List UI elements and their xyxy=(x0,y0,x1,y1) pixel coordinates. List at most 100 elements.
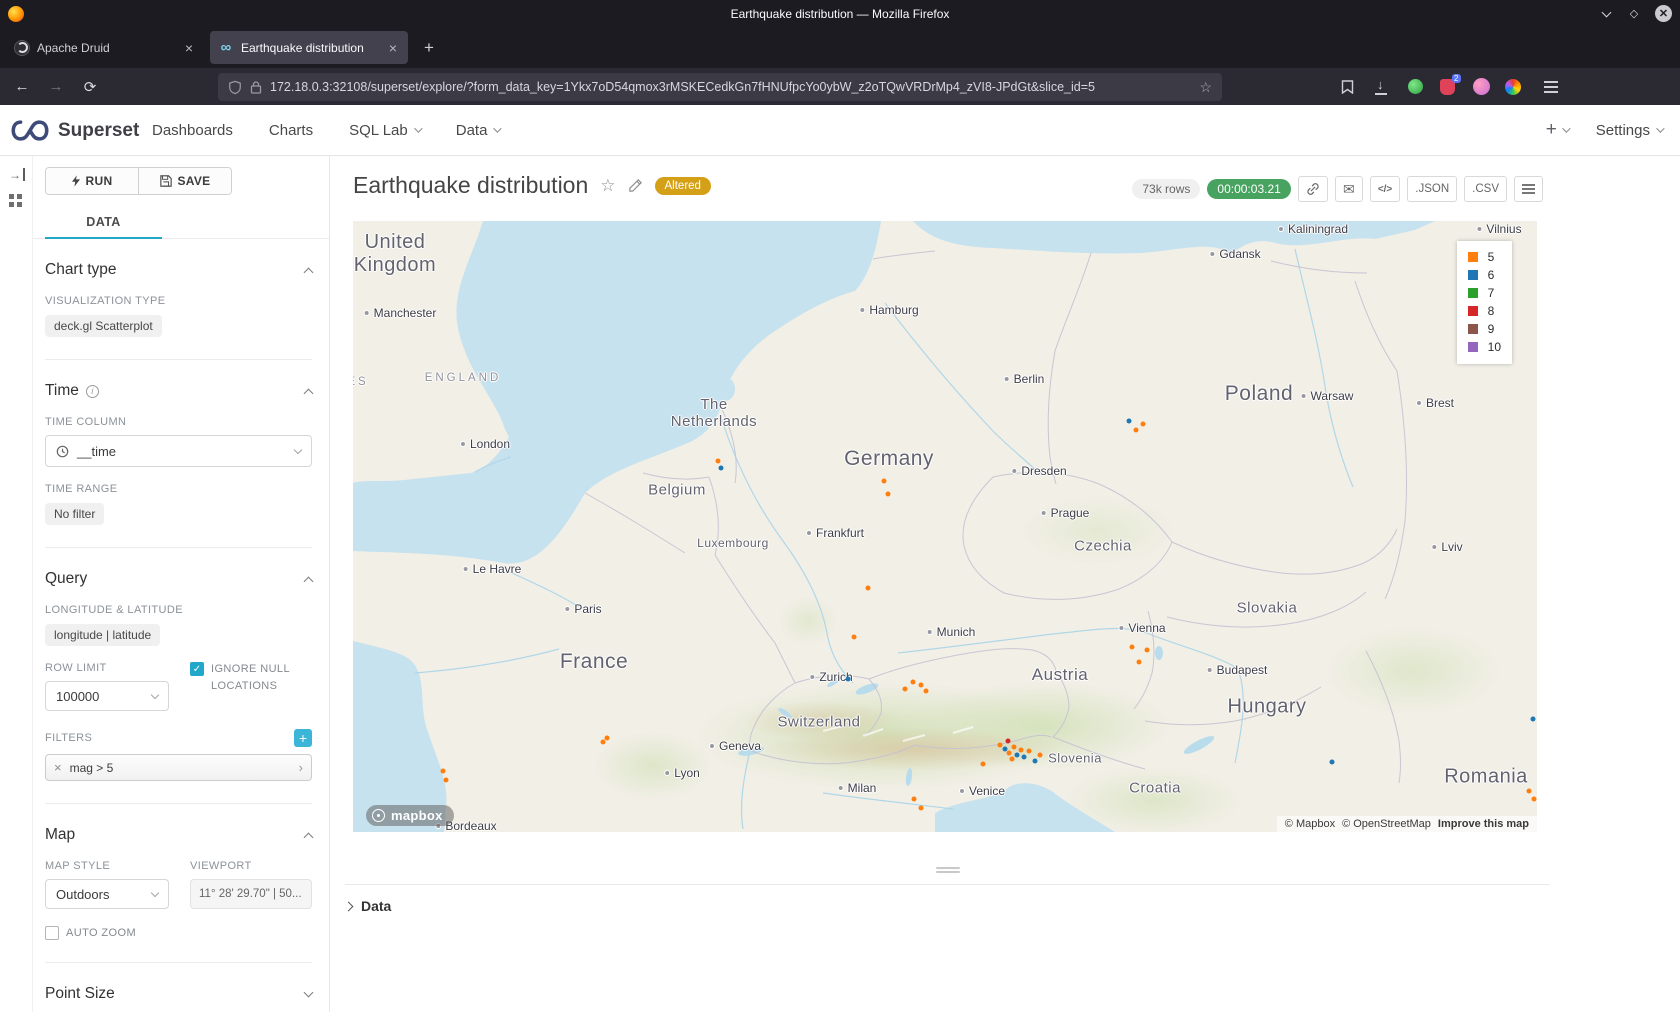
resize-handle[interactable] xyxy=(936,865,960,875)
export-csv-button[interactable]: .CSV xyxy=(1464,176,1507,202)
scatter-point xyxy=(1130,645,1135,650)
brand-name: Superset xyxy=(58,120,139,142)
chevron-right-icon: › xyxy=(299,760,303,775)
scatter-point xyxy=(1531,717,1536,722)
save-button[interactable]: SAVE xyxy=(138,168,231,194)
browser-tab[interactable]: ∞Earthquake distribution× xyxy=(210,31,408,64)
filter-item[interactable]: × mag > 5 › xyxy=(45,754,312,781)
browser-tab[interactable]: Apache Druid× xyxy=(6,31,204,64)
attribution-osm[interactable]: © OpenStreetMap xyxy=(1342,818,1431,830)
legend-swatch xyxy=(1468,252,1478,262)
control-panel: RUN SAVE DATA Chart type VISUALIZATION T… xyxy=(33,156,330,1012)
menu-hamburger-icon[interactable] xyxy=(1538,74,1564,99)
scatter-point xyxy=(1532,797,1537,802)
attribution-mapbox[interactable]: © Mapbox xyxy=(1285,818,1335,830)
auto-zoom-label: AUTO ZOOM xyxy=(66,927,136,939)
section-header-query[interactable]: Query xyxy=(45,570,312,588)
back-button[interactable]: ← xyxy=(8,73,36,100)
filter-text[interactable]: mag > 5 xyxy=(70,761,291,775)
tab-close-button[interactable]: × xyxy=(386,40,400,56)
scatter-point xyxy=(441,769,446,774)
downloads-icon[interactable] xyxy=(1368,74,1394,99)
forward-button[interactable]: → xyxy=(42,73,70,100)
row-limit-select[interactable]: 100000 xyxy=(45,681,169,711)
chevron-up-icon xyxy=(304,576,314,586)
scatter-point xyxy=(716,459,721,464)
url-text[interactable]: 172.18.0.3:32108/superset/explore/?form_… xyxy=(270,80,1191,94)
tab-close-button[interactable]: × xyxy=(182,40,196,56)
improve-map-link[interactable]: Improve this map xyxy=(1438,818,1529,830)
section-header-time[interactable]: Timei xyxy=(45,382,312,400)
superset-menu: Dashboards Charts SQL Lab Data xyxy=(152,105,499,155)
scatter-point xyxy=(1527,789,1532,794)
chevron-up-icon xyxy=(304,832,314,842)
section-header-point-size[interactable]: Point Size xyxy=(45,985,312,1003)
pocket-icon[interactable] xyxy=(1334,74,1360,99)
row-limit-label: ROW LIMIT xyxy=(45,662,169,674)
ignore-null-checkbox[interactable]: ✓ xyxy=(190,662,204,676)
window-title: Earthquake distribution — Mozilla Firefo… xyxy=(0,7,1680,21)
extension-green-icon[interactable] xyxy=(1402,74,1428,99)
legend-swatch xyxy=(1468,270,1478,280)
viewport-value[interactable]: 11° 28' 29.70" | 50... xyxy=(190,879,312,909)
email-button[interactable]: ✉ xyxy=(1335,176,1363,202)
nav-charts[interactable]: Charts xyxy=(269,122,313,139)
scatter-point xyxy=(903,687,908,692)
time-column-select[interactable]: __time xyxy=(45,435,312,467)
tracking-shield-icon[interactable] xyxy=(228,80,242,95)
tab-strip: Apache Druid×∞Earthquake distribution× xyxy=(0,31,408,64)
mail-icon: ✉ xyxy=(1343,181,1355,198)
reload-button[interactable]: ⟳ xyxy=(76,73,104,100)
section-header-map[interactable]: Map xyxy=(45,826,312,844)
legend-item: 9 xyxy=(1468,320,1501,338)
favorite-star-icon[interactable]: ☆ xyxy=(600,176,615,196)
legend-item: 6 xyxy=(1468,266,1501,284)
nav-data[interactable]: Data xyxy=(456,122,500,139)
run-button[interactable]: RUN xyxy=(46,168,138,194)
map-style-select[interactable]: Outdoors xyxy=(45,879,169,909)
connection-lock-icon[interactable] xyxy=(250,81,262,94)
window-minimize-icon[interactable] xyxy=(1599,7,1613,21)
superset-logo[interactable]: Superset xyxy=(10,119,139,142)
section-header-chart-type[interactable]: Chart type xyxy=(45,261,312,279)
profile-avatar[interactable] xyxy=(1468,74,1494,99)
mapbox-logo[interactable]: mapbox xyxy=(366,805,454,826)
lonlat-value[interactable]: longitude | latitude xyxy=(45,624,160,646)
chart-area: Earthquake distribution ☆ Altered 73k ro… xyxy=(330,156,1680,1012)
dataset-grid-icon[interactable] xyxy=(9,194,14,199)
map-canvas[interactable]: United KingdomFranceGermanyPolandHungary… xyxy=(353,221,1537,832)
share-link-button[interactable] xyxy=(1298,176,1328,202)
edit-properties-icon[interactable] xyxy=(628,178,643,193)
map-attribution: © Mapbox © OpenStreetMap Improve this ma… xyxy=(1277,816,1537,832)
remove-filter-icon[interactable]: × xyxy=(54,760,62,775)
viz-type-value[interactable]: deck.gl Scatterplot xyxy=(45,315,162,337)
chart-menu-button[interactable] xyxy=(1514,176,1543,202)
legend-label: 5 xyxy=(1488,250,1495,264)
adblock-extension-icon[interactable]: 2 xyxy=(1434,74,1460,99)
settings-menu[interactable]: Settings xyxy=(1596,122,1662,139)
section-map: Map MAP STYLE Outdoors VIEWPORT 11° 28' … xyxy=(45,804,312,963)
scatter-point xyxy=(605,736,610,741)
window-close-icon[interactable]: ✕ xyxy=(1655,5,1672,22)
scatter-point xyxy=(1027,749,1032,754)
auto-zoom-checkbox[interactable] xyxy=(45,926,59,940)
data-panel-header[interactable]: Data xyxy=(345,884,1550,914)
bookmark-star-icon[interactable]: ☆ xyxy=(1199,79,1212,96)
infinity-logo-icon xyxy=(10,119,50,142)
add-filter-button[interactable]: + xyxy=(294,729,312,747)
tab-data[interactable]: DATA xyxy=(45,205,162,239)
menu-bars-icon xyxy=(1522,188,1535,190)
legend-item: 8 xyxy=(1468,302,1501,320)
expand-panel-icon[interactable]: → xyxy=(9,168,24,181)
extension-pinwheel-icon[interactable] xyxy=(1500,74,1526,99)
url-bar[interactable]: 172.18.0.3:32108/superset/explore/?form_… xyxy=(218,73,1222,101)
export-json-button[interactable]: .JSON xyxy=(1407,176,1457,202)
chevron-down-icon xyxy=(294,445,302,453)
new-tab-button[interactable]: + xyxy=(416,35,442,61)
nav-dashboards[interactable]: Dashboards xyxy=(152,122,233,139)
nav-sql-lab[interactable]: SQL Lab xyxy=(349,122,420,139)
embed-code-button[interactable]: </> xyxy=(1370,176,1400,202)
add-new-button[interactable]: + xyxy=(1546,119,1568,141)
window-maximize-icon[interactable]: ◇ xyxy=(1627,7,1641,21)
time-range-value[interactable]: No filter xyxy=(45,503,104,525)
